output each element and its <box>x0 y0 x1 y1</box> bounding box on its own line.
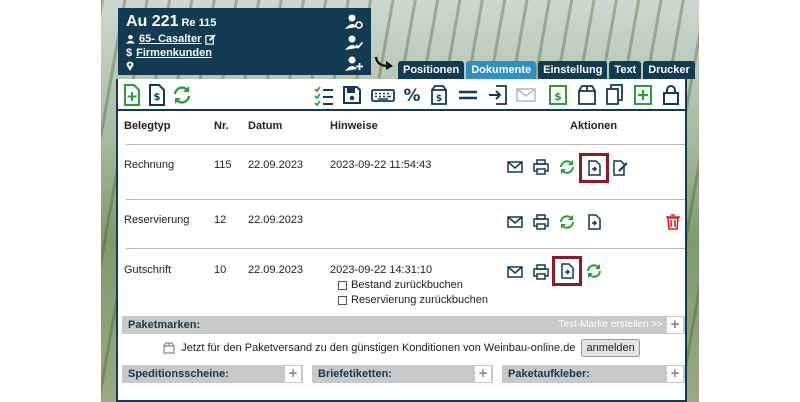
email-icon[interactable] <box>507 214 523 230</box>
cell-type: Reservierung <box>124 214 190 226</box>
checkbox-restock[interactable]: Bestand zurückbuchen <box>338 279 463 291</box>
add-shipping-button[interactable]: + <box>285 366 301 382</box>
svg-text:%: % <box>403 86 420 106</box>
speditionsscheine-label: Speditionsscheine: <box>128 368 229 380</box>
edit-icon[interactable] <box>205 33 217 45</box>
header-datum: Datum <box>248 120 283 132</box>
promo-text: Jetzt für den Paketversand zu den günsti… <box>181 342 576 354</box>
user-check-icon[interactable] <box>345 35 364 50</box>
svg-text:$: $ <box>554 90 562 103</box>
email-icon[interactable] <box>507 264 523 280</box>
checkbox-box[interactable] <box>338 295 347 305</box>
cell-nr: 115 <box>214 159 232 171</box>
paketmarken-bar: Paketmarken: Test-Marke erstellen >> + <box>122 316 685 334</box>
payment-icon[interactable]: $ <box>548 84 568 106</box>
print-icon[interactable] <box>533 159 549 175</box>
cell-date: 22.09.2023 <box>248 214 304 226</box>
trash-icon[interactable] <box>665 214 681 230</box>
svg-text:$: $ <box>154 92 161 103</box>
add-paketmarke-button[interactable]: + <box>667 317 683 333</box>
document-title: Au 221 Re 115 <box>126 13 363 31</box>
header-belegtyp: Belegtyp <box>124 120 171 132</box>
toolbar: $ % $ $ <box>118 79 685 111</box>
separator <box>126 248 685 249</box>
header-hinweise: Hinweise <box>330 120 378 132</box>
save-icon[interactable] <box>342 84 362 106</box>
person-icon <box>126 34 135 44</box>
keyboard-icon[interactable] <box>371 84 395 106</box>
import-icon[interactable] <box>488 84 508 106</box>
document-export-icon[interactable] <box>586 160 602 176</box>
tab-positionen[interactable]: Positionen <box>398 61 465 79</box>
add-sticker-button[interactable]: + <box>667 366 683 382</box>
equals-icon[interactable] <box>458 84 478 106</box>
customer-card: Au 221 Re 115 65- Casalter $ Firmenkunden <box>118 8 371 75</box>
paketaufkleber-label: Paketaufkleber: <box>508 368 590 380</box>
tab-einstellung[interactable]: Einstellung <box>538 61 608 79</box>
customer-group-link[interactable]: Firmenkunden <box>136 47 212 59</box>
document-edit-icon[interactable] <box>612 160 628 176</box>
customer-contact-link[interactable]: 65- Casalter <box>139 33 201 45</box>
percent-icon[interactable]: % <box>402 84 422 106</box>
location-pin-icon <box>126 61 134 71</box>
tab-dokumente[interactable]: Dokumente <box>466 61 537 79</box>
tab-bar: Positionen Dokumente Einstellung Text Dr… <box>398 61 695 79</box>
invoice-document-icon[interactable]: $ <box>147 84 167 106</box>
price-box-icon[interactable]: $ <box>429 84 449 106</box>
svg-text:$: $ <box>436 94 442 104</box>
user-settings-icon[interactable] <box>345 14 363 29</box>
refresh-icon[interactable] <box>559 159 575 175</box>
header-aktionen: Aktionen <box>570 120 618 132</box>
promo-row: Jetzt für den Paketversand zu den günsti… <box>118 336 685 361</box>
checklist-icon[interactable] <box>314 84 334 107</box>
refresh-icon[interactable] <box>559 214 575 230</box>
copy-icon[interactable] <box>605 84 625 106</box>
checkbox-reservation[interactable]: Reservierung zurückbuchen <box>338 294 488 306</box>
email-icon[interactable] <box>507 159 523 175</box>
invoice-reference: Re 115 <box>181 17 217 29</box>
order-number: Au 221 <box>126 13 179 30</box>
print-icon[interactable] <box>533 264 549 280</box>
curved-arrow-icon <box>374 56 393 70</box>
user-add-icon[interactable] <box>345 56 363 71</box>
tab-drucker[interactable]: Drucker <box>643 61 695 79</box>
separator <box>126 144 685 145</box>
header-nr: Nr. <box>214 120 229 132</box>
cell-date: 22.09.2023 <box>248 264 304 276</box>
package-icon <box>163 342 175 354</box>
add-box-icon[interactable] <box>633 84 653 106</box>
cell-nr: 12 <box>214 214 227 226</box>
checkbox-label: Bestand zurückbuchen <box>351 279 463 291</box>
speditionsscheine-bar: Speditionsscheine: + <box>122 365 303 383</box>
refresh-icon[interactable] <box>586 263 602 279</box>
paketaufkleber-bar: Paketaufkleber: + <box>502 365 685 383</box>
checkbox-label: Reservierung zurückbuchen <box>351 294 488 306</box>
checkbox-box[interactable] <box>338 280 347 290</box>
document-export-icon[interactable] <box>559 263 575 279</box>
paketmarken-label: Paketmarken: <box>128 319 201 331</box>
cell-type: Gutschrift <box>124 264 172 276</box>
login-button[interactable]: anmelden <box>581 339 640 358</box>
add-letter-button[interactable]: + <box>475 366 491 382</box>
cell-nr: 10 <box>214 264 227 276</box>
print-icon[interactable] <box>533 214 549 230</box>
tab-text[interactable]: Text <box>609 61 642 79</box>
documents-panel: $ % $ $ Belegtyp Nr. Datum Hinweise Akti… <box>116 79 687 402</box>
separator <box>126 199 685 200</box>
test-label-link[interactable]: Test-Marke erstellen >> <box>559 316 664 334</box>
cell-notes: 2023-09-22 11:54:43 <box>330 159 432 171</box>
document-export-icon[interactable] <box>586 214 602 230</box>
dollar-icon: $ <box>126 47 133 59</box>
briefetiketten-bar: Briefetiketten: + <box>312 365 493 383</box>
email-disabled-icon <box>516 84 536 106</box>
cell-notes: 2023-09-22 14:31:10 <box>330 264 433 276</box>
new-document-icon[interactable] <box>122 84 142 106</box>
refresh-icon[interactable] <box>172 84 192 106</box>
cell-date: 22.09.2023 <box>248 159 304 171</box>
briefetiketten-label: Briefetiketten: <box>318 368 392 380</box>
lock-icon[interactable] <box>661 84 681 106</box>
package-icon[interactable] <box>577 84 597 106</box>
cell-type: Rechnung <box>124 159 175 171</box>
